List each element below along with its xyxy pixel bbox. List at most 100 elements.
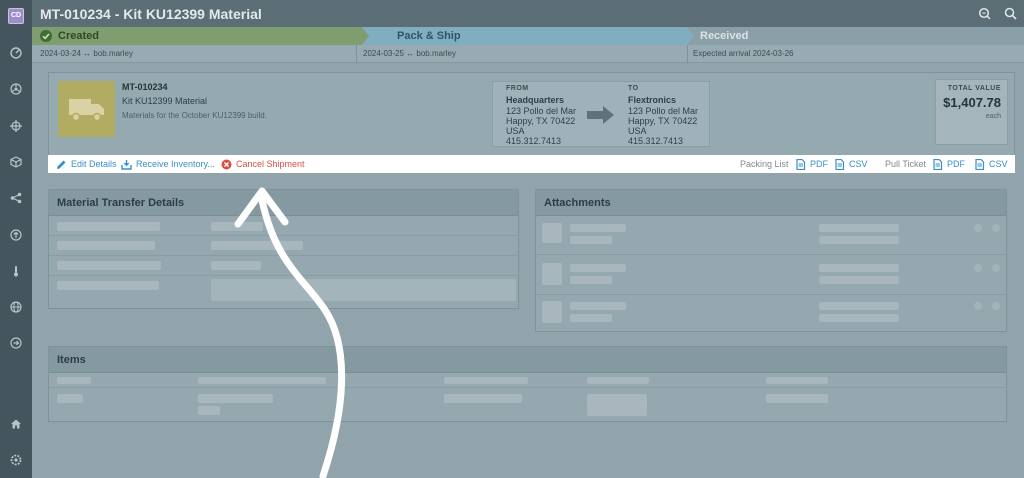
- pull-ticket-pdf-button[interactable]: PDF: [932, 155, 965, 173]
- placeholder-text: [211, 241, 303, 250]
- placeholder-field: [211, 279, 516, 301]
- placeholder-text: [57, 377, 91, 384]
- placeholder-text: [198, 406, 220, 415]
- csv-file-icon: [835, 158, 845, 170]
- placeholder-text: [819, 276, 899, 284]
- divider: [687, 45, 688, 63]
- total-value: $1,407.78: [943, 95, 1001, 110]
- placeholder-text: [211, 261, 261, 270]
- to-phone: 415.312.7413: [628, 136, 684, 146]
- panel-title: Material Transfer Details: [49, 190, 518, 216]
- placeholder-text: [198, 394, 273, 403]
- sidebar: CD: [0, 0, 32, 478]
- inbox-download-icon: [121, 159, 132, 170]
- arrow-right-icon: [587, 106, 614, 124]
- search-icon[interactable]: [1004, 7, 1017, 20]
- packing-list-csv-button[interactable]: CSV: [834, 155, 868, 173]
- step-pack-ship-label: Pack & Ship: [397, 30, 461, 42]
- packing-list-pdf-label: PDF: [810, 159, 828, 169]
- avatar[interactable]: CD: [8, 8, 24, 24]
- placeholder-text: [570, 236, 612, 244]
- placeholder-text: [570, 276, 612, 284]
- placeholder-text: [587, 377, 649, 384]
- cancel-shipment-label: Cancel Shipment: [236, 159, 305, 169]
- settings-icon[interactable]: [8, 452, 24, 468]
- arrow-right-circle-icon[interactable]: [8, 335, 24, 351]
- action-icon[interactable]: [974, 264, 982, 272]
- box-icon[interactable]: [8, 154, 24, 170]
- thermometer-icon[interactable]: [8, 263, 24, 279]
- placeholder-text: [57, 261, 161, 270]
- items-header-row: [49, 373, 1006, 388]
- dashboard-icon[interactable]: [8, 45, 24, 61]
- attachment-thumbnail: [542, 263, 562, 285]
- placeholder-text: [211, 222, 263, 231]
- step-meta-row: 2024-03-24 ↔ bob.marley 2024-03-25 ↔ bob…: [32, 45, 1024, 63]
- cancel-shipment-button[interactable]: Cancel Shipment: [221, 155, 305, 173]
- edit-details-button[interactable]: Edit Details: [56, 155, 117, 173]
- placeholder-text: [57, 222, 160, 231]
- from-name: Headquarters: [506, 95, 565, 105]
- pdf-file-icon: [933, 158, 943, 170]
- upload-icon[interactable]: [8, 227, 24, 243]
- placeholder-text: [444, 394, 522, 403]
- home-icon[interactable]: [8, 416, 24, 432]
- panel-title: Attachments: [536, 190, 1006, 216]
- placeholder-text: [819, 224, 899, 232]
- attachment-thumbnail: [542, 223, 562, 243]
- packing-list-csv-label: CSV: [849, 159, 868, 169]
- step-pack-ship-meta: 2024-03-25 ↔ bob.marley: [363, 49, 456, 58]
- attachment-row: [536, 295, 1006, 331]
- packing-list-label: Packing List: [740, 159, 789, 169]
- shipment-id: MT-010234: [122, 82, 168, 92]
- action-icon[interactable]: [974, 302, 982, 310]
- action-bar: Edit Details Receive Inventory... Cancel…: [48, 155, 1015, 173]
- placeholder-text: [819, 302, 899, 310]
- step-created: Created: [32, 27, 362, 45]
- placeholder-field: [587, 394, 647, 416]
- placeholder-text: [819, 314, 899, 322]
- search-zoom-icon[interactable]: [978, 7, 991, 20]
- total-value-box: TOTAL VALUE $1,407.78 each: [935, 79, 1008, 145]
- pull-ticket-csv-label: CSV: [989, 159, 1008, 169]
- placeholder-text: [198, 377, 326, 384]
- placeholder-text: [570, 302, 626, 310]
- edit-details-label: Edit Details: [71, 159, 117, 169]
- globe-icon[interactable]: [8, 299, 24, 315]
- step-received-label: Received: [700, 30, 749, 42]
- placeholder-text: [570, 224, 626, 232]
- action-icon[interactable]: [992, 224, 1000, 232]
- truck-icon: [68, 99, 104, 122]
- from-address-line1: 123 Pollo del Mar: [506, 106, 577, 116]
- share-icon[interactable]: [8, 190, 24, 206]
- receive-inventory-button[interactable]: Receive Inventory...: [121, 155, 215, 173]
- action-icon[interactable]: [992, 264, 1000, 272]
- placeholder-text: [766, 394, 828, 403]
- placeholder-text: [57, 394, 83, 403]
- table-row: [49, 388, 1006, 421]
- step-created-meta: 2024-03-24 ↔ bob.marley: [40, 49, 133, 58]
- crosshair-icon[interactable]: [8, 118, 24, 134]
- to-address-line1: 123 Pollo del Mar: [628, 106, 699, 116]
- action-icon[interactable]: [992, 302, 1000, 310]
- pdf-file-icon: [796, 158, 806, 170]
- packing-list-pdf-button[interactable]: PDF: [795, 155, 828, 173]
- step-created-label: Created: [58, 30, 99, 42]
- from-country: USA: [506, 126, 525, 136]
- material-transfer-details-panel: Material Transfer Details: [48, 189, 519, 309]
- detail-row: [49, 216, 518, 236]
- placeholder-text: [766, 377, 828, 384]
- placeholder-text: [570, 264, 626, 272]
- chevron-divider: [687, 27, 694, 45]
- shipment-name: Kit KU12399 Material: [122, 96, 208, 106]
- shipment-description: Materials for the October KU12399 build.: [122, 111, 267, 120]
- placeholder-text: [444, 377, 528, 384]
- action-icon[interactable]: [974, 224, 982, 232]
- biohazard-icon[interactable]: [8, 81, 24, 97]
- placeholder-text: [819, 264, 899, 272]
- from-address-line2: Happy, TX 70422: [506, 116, 576, 126]
- step-pack-ship: Pack & Ship: [362, 27, 687, 45]
- pull-ticket-csv-button[interactable]: CSV: [974, 155, 1008, 173]
- receive-inventory-label: Receive Inventory...: [136, 159, 215, 169]
- to-country: USA: [628, 126, 647, 136]
